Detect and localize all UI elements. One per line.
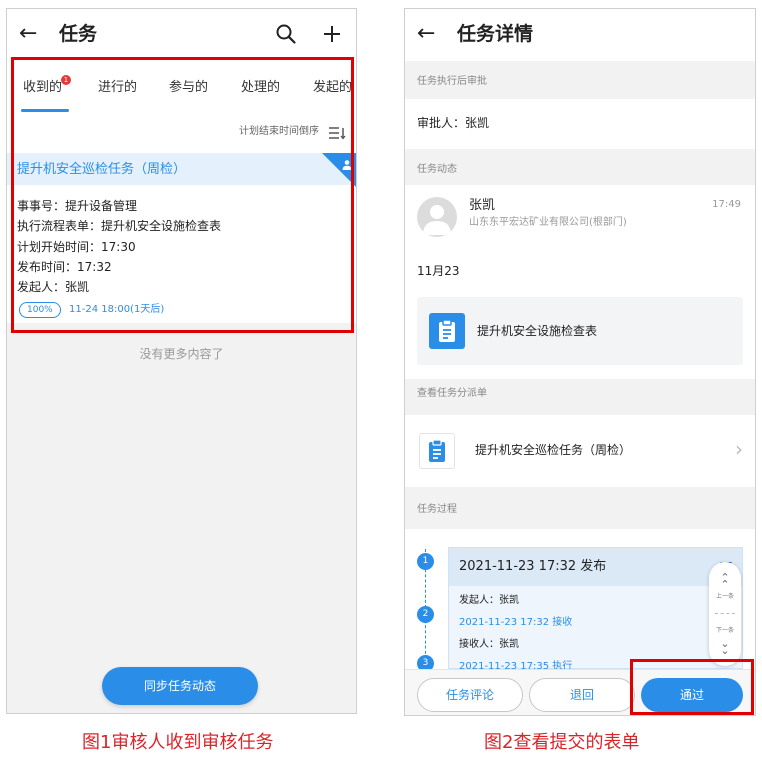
approver-row: 审批人：张凯 xyxy=(405,99,755,149)
sync-task-activity-button[interactable]: 同步任务动态 xyxy=(102,667,258,705)
activity-time: 17:49 xyxy=(712,199,741,210)
right-screen-task-detail: ← 任务详情 任务执行后审批 审批人：张凯 任务动态 张凯 山东东平宏达矿业有限… xyxy=(404,8,756,716)
avatar xyxy=(417,197,457,237)
process-publish: 2021-11-23 17:32 发布 xyxy=(459,559,607,574)
approval-section-header: 任务执行后审批 xyxy=(417,76,487,87)
submitted-form-card[interactable]: 提升机安全设施检查表 xyxy=(417,297,743,365)
record-pager: ⌃ ⌃ 上一条 下一条 ⌄ ⌄ xyxy=(709,562,741,666)
timeline-step: 3 xyxy=(417,655,434,669)
page-title: 任务 xyxy=(59,23,98,45)
process-initiator: 发起人：张凯 xyxy=(459,595,519,606)
back-arrow-icon[interactable]: ← xyxy=(19,18,37,50)
form-name: 提升机安全设施检查表 xyxy=(477,324,598,338)
process-header[interactable]: 2021-11-23 17:32 发布 xyxy=(449,548,742,586)
chevron-right-icon: › xyxy=(735,437,743,461)
timeline-step: 1 xyxy=(417,553,434,570)
prev-record-icon-2: ⌃ xyxy=(720,578,730,591)
task-process-timeline: 1 2 3 2021-11-23 17:32 发布 发起人：张凯 2021-11… xyxy=(405,529,755,669)
prev-record-label[interactable]: 上一条 xyxy=(709,593,741,601)
back-arrow-icon[interactable]: ← xyxy=(417,18,435,50)
process-detail-panel: 2021-11-23 17:32 发布 发起人：张凯 2021-11-23 17… xyxy=(448,547,743,669)
task-comment-button[interactable]: 任务评论 xyxy=(417,678,523,712)
activity-date: 11月23 xyxy=(417,264,460,278)
process-section-header: 任务过程 xyxy=(417,504,457,515)
process-receiver: 接收人：张凯 xyxy=(459,639,519,650)
no-more-content: 没有更多内容了 xyxy=(139,347,224,361)
highlight-box xyxy=(11,57,354,333)
dispatch-row[interactable]: 提升机安全巡检任务（周检） › xyxy=(405,415,755,487)
return-button[interactable]: 退回 xyxy=(529,678,635,712)
left-screen-tasks: ← 任务 收到的 1 进行的 参与的 处理的 发起的 计划结束时间倒序 提升机安… xyxy=(6,8,357,714)
timeline-step: 2 xyxy=(417,606,434,623)
document-icon xyxy=(419,433,455,469)
top-nav-bar: ← 任务 xyxy=(7,9,356,61)
pager-divider xyxy=(715,613,735,614)
activity-company: 山东东平宏达矿业有限公司(根部门) xyxy=(469,217,627,228)
clipboard-icon xyxy=(429,313,465,349)
approver: 审批人：张凯 xyxy=(417,116,490,130)
dispatch-name: 提升机安全巡检任务（周检） xyxy=(475,443,632,457)
page-title: 任务详情 xyxy=(457,23,534,45)
process-execute: 2021-11-23 17:35 执行 xyxy=(459,661,573,669)
highlight-box xyxy=(630,659,754,715)
activity-panel: 张凯 山东东平宏达矿业有限公司(根部门) 17:49 11月23 提升机安全设施… xyxy=(405,185,755,379)
add-icon[interactable] xyxy=(319,21,345,47)
next-record-icon-2: ⌄ xyxy=(720,644,730,657)
activity-section-header: 任务动态 xyxy=(417,164,457,175)
dispatch-section-header: 查看任务分派单 xyxy=(417,388,487,399)
top-nav-bar: ← 任务详情 xyxy=(405,9,755,61)
process-receive: 2021-11-23 17:32 接收 xyxy=(459,617,573,628)
caption-left: 图1审核人收到审核任务 xyxy=(82,732,274,753)
activity-user-name: 张凯 xyxy=(469,198,496,213)
next-record-label[interactable]: 下一条 xyxy=(709,627,741,635)
caption-right: 图2查看提交的表单 xyxy=(484,732,640,753)
search-icon[interactable] xyxy=(273,21,299,47)
